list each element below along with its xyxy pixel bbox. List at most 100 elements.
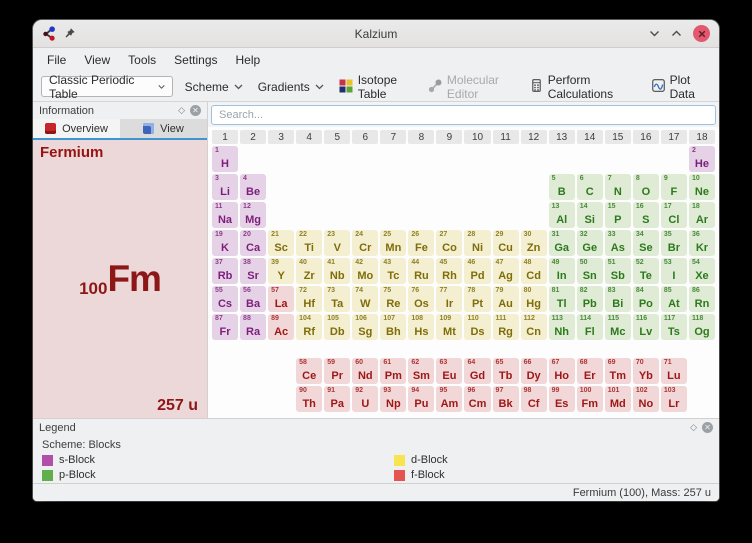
element-ts[interactable]: 117Ts [661, 314, 687, 340]
element-mn[interactable]: 25Mn [380, 230, 406, 256]
element-cr[interactable]: 24Cr [352, 230, 378, 256]
element-pm[interactable]: 61Pm [380, 358, 406, 384]
group-header-11[interactable]: 11 [493, 130, 519, 144]
group-header-8[interactable]: 8 [408, 130, 434, 144]
element-at[interactable]: 85At [661, 286, 687, 312]
element-no[interactable]: 102No [633, 386, 659, 412]
element-he[interactable]: 2He [689, 146, 715, 172]
group-header-9[interactable]: 9 [436, 130, 462, 144]
menu-view[interactable]: View [75, 50, 119, 70]
element-hf[interactable]: 72Hf [296, 286, 322, 312]
element-cf[interactable]: 98Cf [521, 386, 547, 412]
element-au[interactable]: 79Au [493, 286, 519, 312]
element-b[interactable]: 5B [549, 174, 575, 200]
element-lu[interactable]: 71Lu [661, 358, 687, 384]
element-cu[interactable]: 29Cu [493, 230, 519, 256]
menu-settings[interactable]: Settings [165, 50, 226, 70]
group-header-12[interactable]: 12 [521, 130, 547, 144]
search-input[interactable] [211, 105, 716, 125]
element-ar[interactable]: 18Ar [689, 202, 715, 228]
group-header-14[interactable]: 14 [577, 130, 603, 144]
group-header-13[interactable]: 13 [549, 130, 575, 144]
group-header-2[interactable]: 2 [240, 130, 266, 144]
element-al[interactable]: 13Al [549, 202, 575, 228]
group-header-7[interactable]: 7 [380, 130, 406, 144]
element-sn[interactable]: 50Sn [577, 258, 603, 284]
element-tc[interactable]: 43Tc [380, 258, 406, 284]
element-kr[interactable]: 36Kr [689, 230, 715, 256]
element-pt[interactable]: 78Pt [464, 286, 490, 312]
element-ge[interactable]: 32Ge [577, 230, 603, 256]
element-ds[interactable]: 110Ds [464, 314, 490, 340]
group-header-3[interactable]: 3 [268, 130, 294, 144]
dock-float-icon[interactable]: ◇ [690, 423, 697, 432]
group-header-10[interactable]: 10 [464, 130, 490, 144]
element-ce[interactable]: 58Ce [296, 358, 322, 384]
element-o[interactable]: 8O [633, 174, 659, 200]
element-rb[interactable]: 37Rb [212, 258, 238, 284]
element-cm[interactable]: 96Cm [464, 386, 490, 412]
element-fm[interactable]: 100Fm [577, 386, 603, 412]
menu-help[interactable]: Help [227, 50, 270, 70]
element-sr[interactable]: 38Sr [240, 258, 266, 284]
element-tb[interactable]: 65Tb [493, 358, 519, 384]
element-fl[interactable]: 114Fl [577, 314, 603, 340]
element-lr[interactable]: 103Lr [661, 386, 687, 412]
group-header-5[interactable]: 5 [324, 130, 350, 144]
element-cl[interactable]: 17Cl [661, 202, 687, 228]
element-sb[interactable]: 51Sb [605, 258, 631, 284]
isotope-table-button[interactable]: Isotope Table [336, 71, 416, 103]
menu-tools[interactable]: Tools [119, 50, 165, 70]
element-s[interactable]: 16S [633, 202, 659, 228]
element-co[interactable]: 27Co [436, 230, 462, 256]
element-es[interactable]: 99Es [549, 386, 575, 412]
group-header-17[interactable]: 17 [661, 130, 687, 144]
element-la[interactable]: 57La [268, 286, 294, 312]
element-eu[interactable]: 63Eu [436, 358, 462, 384]
pin-icon[interactable] [64, 26, 79, 41]
element-in[interactable]: 49In [549, 258, 575, 284]
element-c[interactable]: 6C [577, 174, 603, 200]
element-tl[interactable]: 81Tl [549, 286, 575, 312]
group-header-4[interactable]: 4 [296, 130, 322, 144]
element-mt[interactable]: 109Mt [436, 314, 462, 340]
element-hs[interactable]: 108Hs [408, 314, 434, 340]
element-f[interactable]: 9F [661, 174, 687, 200]
element-ba[interactable]: 56Ba [240, 286, 266, 312]
element-am[interactable]: 95Am [436, 386, 462, 412]
element-te[interactable]: 52Te [633, 258, 659, 284]
element-ra[interactable]: 88Ra [240, 314, 266, 340]
element-tm[interactable]: 69Tm [605, 358, 631, 384]
element-cs[interactable]: 55Cs [212, 286, 238, 312]
group-header-6[interactable]: 6 [352, 130, 378, 144]
menu-file[interactable]: File [38, 50, 75, 70]
dock-close-icon[interactable]: ✕ [190, 105, 201, 116]
element-bk[interactable]: 97Bk [493, 386, 519, 412]
element-nd[interactable]: 60Nd [352, 358, 378, 384]
group-header-1[interactable]: 1 [212, 130, 238, 144]
maximize-button[interactable] [671, 30, 682, 37]
group-header-18[interactable]: 18 [689, 130, 715, 144]
element-pr[interactable]: 59Pr [324, 358, 350, 384]
element-po[interactable]: 84Po [633, 286, 659, 312]
element-ru[interactable]: 44Ru [408, 258, 434, 284]
element-th[interactable]: 90Th [296, 386, 322, 412]
element-bi[interactable]: 83Bi [605, 286, 631, 312]
element-u[interactable]: 92U [352, 386, 378, 412]
element-i[interactable]: 53I [661, 258, 687, 284]
element-mc[interactable]: 115Mc [605, 314, 631, 340]
element-w[interactable]: 74W [352, 286, 378, 312]
element-y[interactable]: 39Y [268, 258, 294, 284]
element-fr[interactable]: 87Fr [212, 314, 238, 340]
perform-calculations-button[interactable]: Perform Calculations [527, 71, 640, 103]
element-dy[interactable]: 66Dy [521, 358, 547, 384]
table-type-select[interactable]: Classic Periodic Table [41, 76, 173, 97]
element-ac[interactable]: 89Ac [268, 314, 294, 340]
element-lv[interactable]: 116Lv [633, 314, 659, 340]
element-si[interactable]: 14Si [577, 202, 603, 228]
element-n[interactable]: 7N [605, 174, 631, 200]
element-np[interactable]: 93Np [380, 386, 406, 412]
element-ta[interactable]: 73Ta [324, 286, 350, 312]
element-nb[interactable]: 41Nb [324, 258, 350, 284]
element-as[interactable]: 33As [605, 230, 631, 256]
